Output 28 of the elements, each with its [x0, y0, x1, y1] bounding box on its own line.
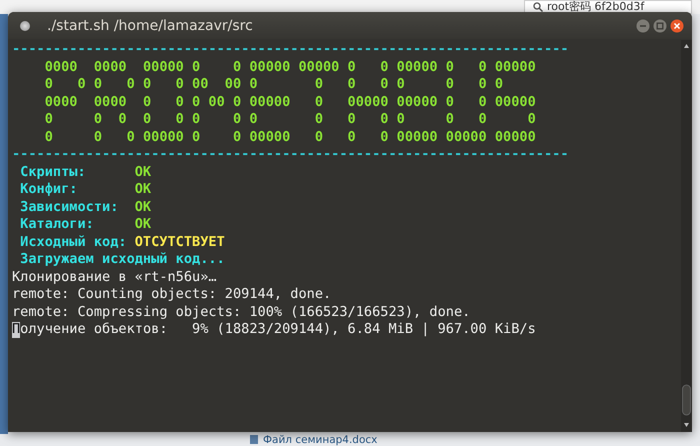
status-value: OK — [134, 198, 152, 216]
status-label: Зависимости: — [20, 198, 120, 216]
terminal-line: remote: Compressing objects: 100% (166523/166523), done. — [12, 304, 470, 320]
window-title: ./start.sh /home/lamazavr/src — [47, 18, 253, 34]
status-value: OK — [134, 216, 152, 234]
minimize-button[interactable] — [636, 18, 650, 32]
ascii-art-line: 0 0 0 00000 0 0 00000 0 0 0 00000 00000 00000 — [44, 128, 537, 146]
status-label: Скрипты: — [20, 164, 87, 181]
terminal-line: Загружаем исходный код... — [20, 251, 225, 268]
document-icon — [250, 435, 258, 444]
ascii-art-line: 0000 0000 0 0 0 00 0 00000 0 00000 00000 0 0 00000 — [44, 94, 537, 111]
status-value: OK — [134, 181, 152, 198]
status-label: Каталоги: — [20, 216, 95, 234]
status-value: OK — [134, 164, 152, 181]
dashed-rule-line: -------------------------------------------------------------------- — [12, 41, 570, 58]
ascii-art-line: 0000 0000 00000 0 0 00000 00000 0 0 00000 0 0 00000 — [44, 58, 537, 76]
ascii-art-line: 0 0 0 0 0 0 00 00 0 0 0 0 0 0 0 0 — [44, 76, 504, 94]
status-value: ОТСУТСТВУЕТ — [134, 234, 225, 251]
terminal-line: remote: Counting objects: 209144, done. — [12, 286, 332, 302]
dashed-rule-line: -------------------------------------------------------------------- — [12, 146, 570, 164]
close-button[interactable] — [670, 18, 684, 32]
search-icon — [533, 2, 543, 12]
status-label: Конфиг: — [20, 181, 78, 198]
ascii-art-line: 0 0 0 0 0 0 0 0 0 0 0 0 0 0 0 — [44, 111, 537, 128]
status-label: Исходный код: — [20, 234, 128, 251]
terminal-line: Клонирование в «rt-n56u»… — [12, 268, 217, 284]
app-icon — [20, 20, 30, 30]
file-link[interactable]: Файл семинар4.docx — [263, 434, 378, 446]
